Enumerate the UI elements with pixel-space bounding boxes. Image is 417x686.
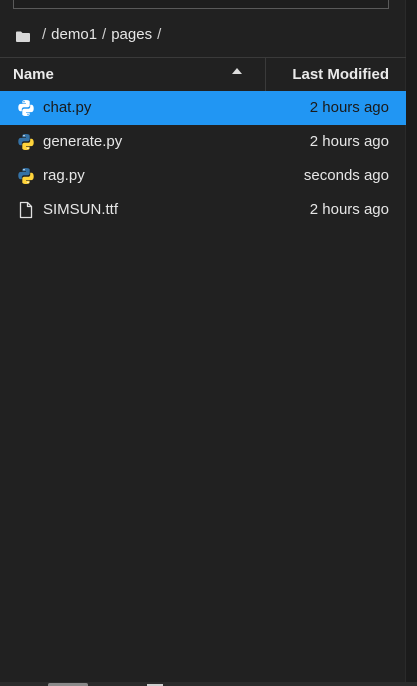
file-row-generate-py[interactable]: generate.py 2 hours ago bbox=[0, 125, 406, 159]
file-modified: 2 hours ago bbox=[309, 133, 389, 150]
file-modified: 2 hours ago bbox=[309, 99, 389, 116]
folder-icon[interactable] bbox=[16, 29, 30, 42]
sort-ascending-icon[interactable] bbox=[232, 68, 242, 74]
file-name: chat.py bbox=[43, 99, 92, 116]
file-row-simsun-ttf[interactable]: SIMSUN.ttf 2 hours ago bbox=[0, 193, 406, 227]
python-file-icon bbox=[17, 99, 35, 117]
breadcrumb-separator: / bbox=[102, 25, 107, 43]
python-file-icon bbox=[17, 167, 35, 185]
file-list: chat.py 2 hours ago generate.py 2 hours … bbox=[0, 91, 406, 227]
python-file-icon bbox=[17, 133, 35, 151]
file-modified: 2 hours ago bbox=[309, 201, 389, 218]
file-browser-panel: / demo1 / pages / Name Last Modified cha… bbox=[0, 0, 417, 686]
breadcrumb: / demo1 / pages / bbox=[16, 24, 166, 44]
file-filter-input[interactable] bbox=[13, 0, 389, 9]
generic-file-icon bbox=[17, 201, 35, 219]
scrollbar[interactable] bbox=[405, 0, 417, 686]
breadcrumb-separator: / bbox=[42, 25, 47, 43]
breadcrumb-separator: / bbox=[157, 25, 162, 43]
file-list-header: Name Last Modified bbox=[0, 57, 406, 92]
file-name: SIMSUN.ttf bbox=[43, 201, 119, 218]
breadcrumb-item-demo1[interactable]: demo1 bbox=[51, 26, 97, 43]
file-row-chat-py[interactable]: chat.py 2 hours ago bbox=[0, 91, 406, 125]
file-name: rag.py bbox=[43, 167, 85, 184]
file-name: generate.py bbox=[43, 133, 123, 150]
column-header-last-modified[interactable]: Last Modified bbox=[292, 66, 389, 83]
breadcrumb-item-pages[interactable]: pages bbox=[111, 26, 152, 43]
column-divider[interactable] bbox=[265, 58, 266, 91]
column-header-name[interactable]: Name bbox=[13, 66, 54, 83]
file-row-rag-py[interactable]: rag.py seconds ago bbox=[0, 159, 406, 193]
file-modified: seconds ago bbox=[303, 167, 389, 184]
